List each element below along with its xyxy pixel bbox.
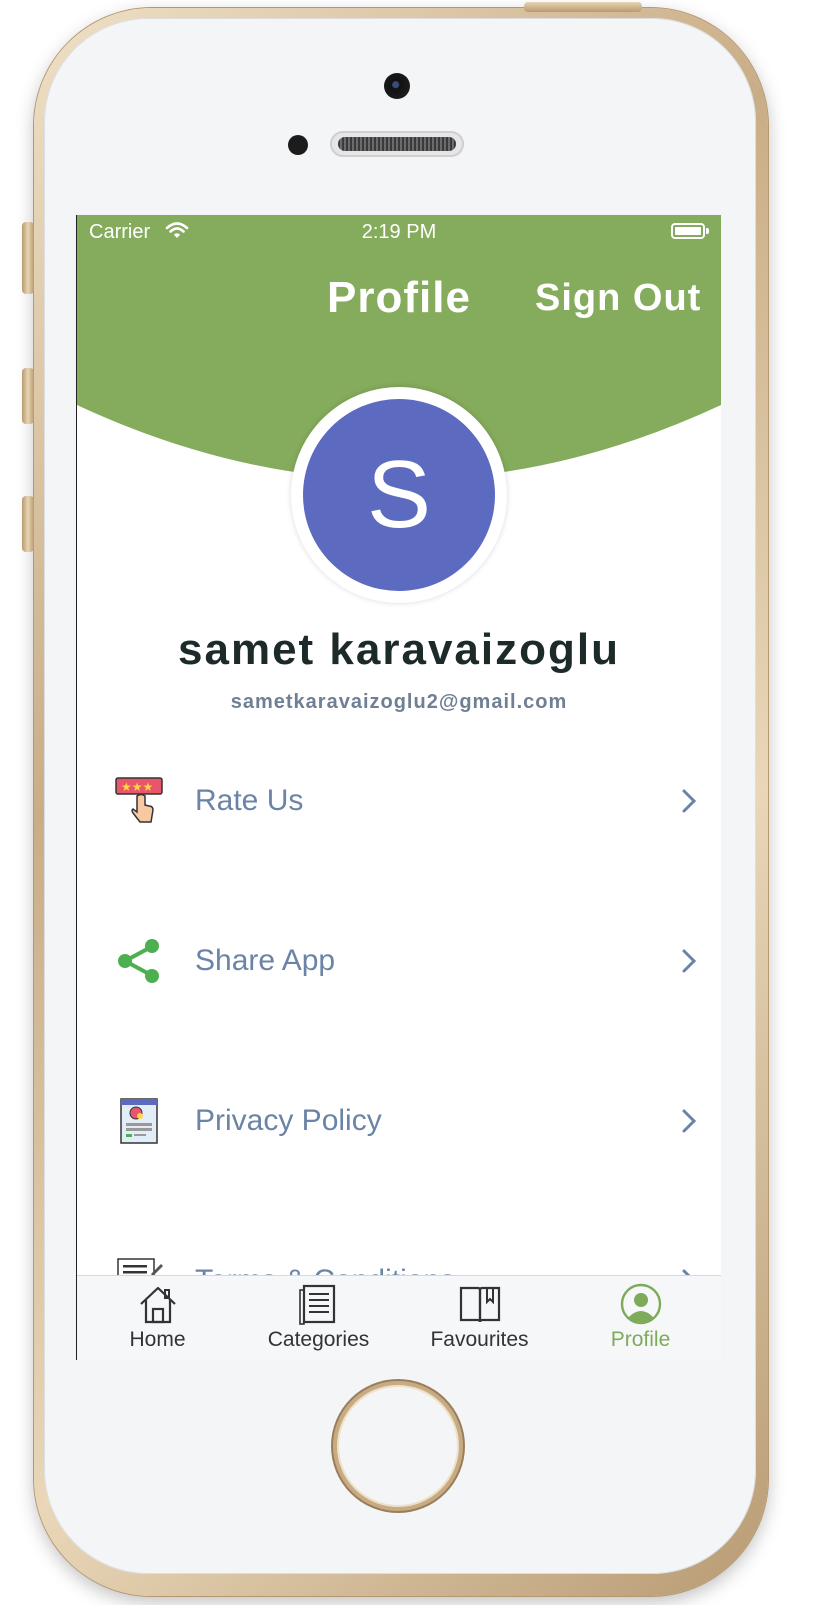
avatar[interactable]: S (303, 399, 495, 591)
book-icon (459, 1286, 500, 1323)
tab-profile[interactable]: Profile (560, 1276, 721, 1360)
user-email: sametkaravaizoglu2@gmail.com (230, 691, 568, 713)
page-title: Profile (327, 273, 471, 322)
share-icon (118, 939, 159, 983)
tab-home[interactable]: Home (77, 1276, 238, 1360)
tab-categories[interactable]: Categories (238, 1276, 399, 1360)
tab-label: Favourites (430, 1328, 529, 1351)
volume-down-button (22, 496, 34, 552)
proximity-sensor (288, 135, 308, 155)
categories-icon (298, 1284, 335, 1325)
menu-item-label: Rate Us (195, 784, 304, 817)
home-icon (139, 1286, 176, 1324)
status-bar: Carrier 2:19 PM (77, 215, 721, 249)
power-button (524, 2, 642, 12)
status-time: 2:19 PM (361, 221, 437, 243)
chevron-right-icon (682, 789, 697, 813)
menu-item-privacy-policy[interactable]: Privacy Policy (77, 1070, 721, 1170)
chevron-right-icon (682, 1109, 697, 1133)
app-screen: Carrier 2:19 PM Profile Sign Out S samet… (76, 215, 721, 1360)
menu-item-share-app[interactable]: Share App (77, 910, 721, 1010)
svg-text:★★★: ★★★ (121, 780, 153, 794)
privacy-document-icon (120, 1098, 158, 1144)
volume-up-button (22, 368, 34, 424)
menu-item-label: Share App (195, 944, 336, 977)
battery-tip (706, 228, 709, 234)
battery-icon (671, 223, 705, 239)
avatar-ring: S (291, 387, 507, 603)
home-button[interactable] (333, 1381, 463, 1511)
menu-item-label: Privacy Policy (195, 1104, 382, 1137)
earpiece-speaker (330, 131, 464, 157)
tab-label: Home (129, 1328, 186, 1351)
tab-favourites[interactable]: Favourites (399, 1276, 560, 1360)
profile-icon (620, 1283, 661, 1325)
rate-stars-icon: ★★★ (115, 777, 163, 823)
tab-bar: Home Categories Favourites Profile (77, 1275, 721, 1360)
tab-label: Profile (610, 1328, 671, 1351)
front-camera (384, 73, 410, 99)
tab-label: Categories (267, 1328, 370, 1351)
menu-item-rate-us[interactable]: ★★★ Rate Us (77, 750, 721, 850)
chevron-right-icon (682, 949, 697, 973)
mute-switch (22, 222, 34, 294)
user-name: samet karavaizoglu (178, 625, 620, 674)
sign-out-button[interactable]: Sign Out (535, 277, 701, 320)
